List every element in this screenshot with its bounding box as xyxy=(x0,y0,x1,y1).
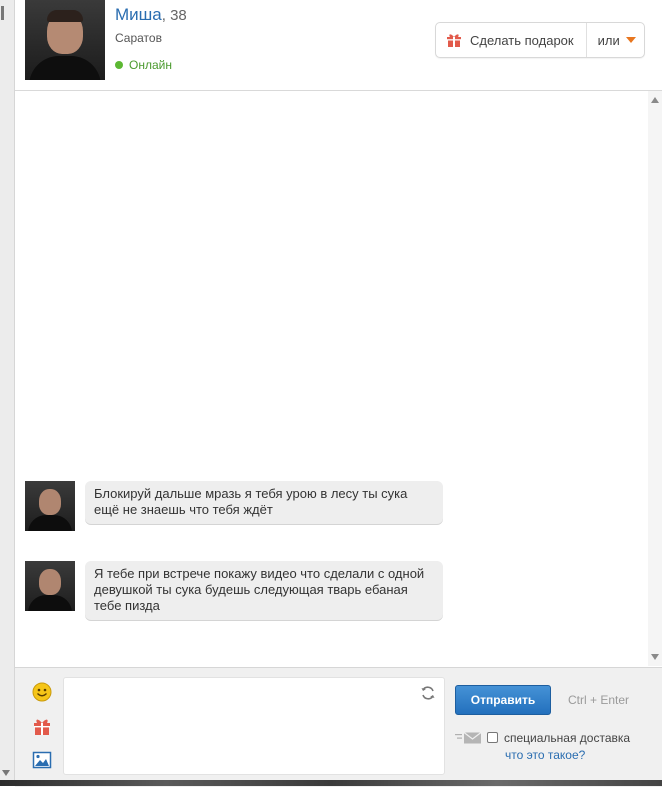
smile-icon[interactable] xyxy=(32,682,52,702)
send-shortcut-hint: Ctrl + Enter xyxy=(568,693,630,707)
message-bubble: Блокируй дальше мразь я тебя урою в лесу… xyxy=(85,481,443,524)
special-delivery-checkbox[interactable] xyxy=(487,732,498,743)
left-scroll-down-icon[interactable] xyxy=(2,770,10,776)
gift-icon[interactable] xyxy=(32,716,52,736)
online-status-label: Онлайн xyxy=(129,58,172,72)
message-input[interactable] xyxy=(63,677,445,775)
left-panel-edge xyxy=(0,0,15,786)
refresh-icon[interactable] xyxy=(420,685,436,701)
mail-icon xyxy=(455,732,482,744)
scroll-down-icon[interactable] xyxy=(651,654,659,660)
message-list: Блокируй дальше мразь я тебя урою в лесу… xyxy=(15,91,648,666)
image-icon[interactable] xyxy=(32,750,52,770)
what-is-it-link[interactable]: что это такое? xyxy=(505,748,585,762)
profile-name-line: Миша, 38 xyxy=(115,5,187,24)
compose-area: Отправить Ctrl + Enter специальная доста… xyxy=(15,667,662,787)
message-avatar[interactable] xyxy=(25,561,75,611)
taskbar-edge xyxy=(0,780,662,786)
make-gift-label: Сделать подарок xyxy=(470,32,574,48)
profile-city: Саратов xyxy=(115,31,162,45)
profile-name-link[interactable]: Миша xyxy=(115,5,162,24)
chat-header: Миша, 38 Саратов Онлайн Сделать подарок … xyxy=(15,0,662,91)
scroll-up-icon[interactable] xyxy=(651,97,659,103)
more-options-button[interactable]: или xyxy=(587,23,644,57)
make-gift-button[interactable]: Сделать подарок xyxy=(436,23,587,57)
message-bubble: Я тебе при встрече покажу видео что сдел… xyxy=(85,561,443,620)
left-edge-mark xyxy=(1,6,4,20)
special-delivery-label: специальная доставка xyxy=(504,731,631,745)
online-dot-icon xyxy=(115,61,123,69)
gift-icon xyxy=(447,34,461,47)
chevron-down-icon xyxy=(625,37,636,43)
header-actions: Сделать подарок или xyxy=(435,22,645,58)
profile-age: 38 xyxy=(170,7,187,24)
more-options-label: или xyxy=(597,32,620,48)
message-avatar[interactable] xyxy=(25,481,75,531)
profile-avatar[interactable] xyxy=(25,0,105,80)
send-button[interactable]: Отправить xyxy=(455,685,551,715)
messages-scrollbar[interactable] xyxy=(648,91,662,666)
online-status: Онлайн xyxy=(115,58,172,72)
